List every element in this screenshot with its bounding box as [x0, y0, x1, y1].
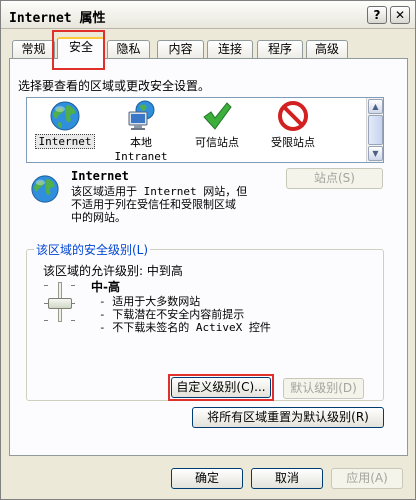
zone-detail-line: 该区域适用于 Internet 网站，但: [71, 185, 248, 198]
zone-restricted-sites[interactable]: 受限站点: [261, 100, 325, 150]
zone-detail-title: Internet: [71, 169, 129, 183]
zone-list-scrollbar[interactable]: ▲ ▼: [366, 98, 383, 162]
level-detail: - 不下载未签名的 ActiveX 控件: [99, 321, 271, 334]
slider-tick: [44, 320, 48, 321]
zone-restricted-sites-label: 受限站点: [271, 136, 315, 149]
tab-programs[interactable]: 程序: [257, 40, 303, 59]
globe-icon: [50, 101, 80, 131]
scroll-thumb[interactable]: [368, 115, 383, 145]
zone-detail-line: 中的网站。: [71, 211, 126, 224]
default-level-button[interactable]: 默认级别(D): [283, 378, 364, 399]
zone-detail-line: 不适用于列在受信任和受限制区域: [71, 198, 236, 211]
zone-internet-label: Internet: [35, 134, 95, 149]
help-button[interactable]: ?: [367, 6, 387, 24]
instruction-text: 选择要查看的区域或更改安全设置。: [18, 79, 211, 93]
zone-internet[interactable]: Internet: [35, 100, 95, 149]
tab-advanced[interactable]: 高级: [306, 40, 348, 59]
local-intranet-icon: [128, 100, 155, 130]
close-button[interactable]: ✕: [390, 6, 410, 24]
slider-tick: [71, 285, 75, 286]
allowed-level-text: 该区域的允许级别: 中到高: [43, 264, 183, 278]
zone-local-intranet-label: 本地: [130, 136, 152, 149]
security-level-group-title: 该区域的安全级别(L): [34, 241, 151, 258]
zone-local-intranet[interactable]: 本地 Intranet: [111, 100, 171, 163]
tab-privacy[interactable]: 隐私: [107, 40, 150, 59]
slider-tick: [44, 285, 48, 286]
zone-local-intranet-sublabel: Intranet: [114, 150, 168, 163]
apply-button[interactable]: 应用(A): [331, 468, 403, 489]
scroll-down-icon[interactable]: ▼: [368, 146, 383, 161]
slider-tick: [71, 320, 75, 321]
zone-list: Internet 本地 Intranet 可信站点 受限站点 ▲ ▼: [26, 97, 384, 163]
tab-security-highlight: [52, 30, 105, 70]
restricted-icon: [278, 101, 308, 131]
sites-button[interactable]: 站点(S): [286, 168, 383, 189]
security-level-slider[interactable]: [48, 298, 72, 309]
zone-detail-globe-icon: [31, 175, 59, 203]
tab-connections[interactable]: 连接: [207, 40, 253, 59]
ok-button[interactable]: 确定: [171, 468, 243, 489]
title-bar: Internet 属性 ? ✕: [1, 1, 415, 29]
zone-trusted-sites-label: 可信站点: [195, 136, 239, 149]
cancel-button[interactable]: 取消: [251, 468, 323, 489]
zone-detail-description: 该区域适用于 Internet 网站，但 不适用于列在受信任和受限制区域 中的网…: [71, 185, 286, 224]
custom-level-highlight: [168, 374, 274, 401]
window-title: Internet 属性: [9, 11, 106, 26]
scroll-up-icon[interactable]: ▲: [368, 99, 383, 114]
tab-general[interactable]: 常规: [12, 40, 55, 59]
internet-properties-window: Internet 属性 ? ✕ 常规 安全 隐私 内容 连接 程序 高级 选择要…: [0, 0, 416, 500]
tab-content[interactable]: 内容: [157, 40, 204, 59]
zone-trusted-sites[interactable]: 可信站点: [185, 100, 249, 150]
reset-all-zones-button[interactable]: 将所有区域重置为默认级别(R): [192, 407, 384, 428]
green-check-icon: [203, 102, 232, 130]
